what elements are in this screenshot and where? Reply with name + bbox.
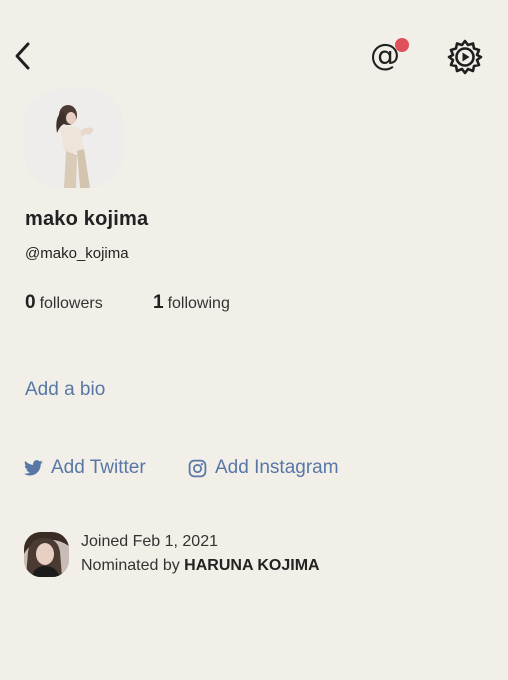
add-twitter-link[interactable]: Add Twitter [24, 456, 146, 480]
profile-photo [24, 89, 123, 188]
add-instagram-label: Add Instagram [215, 457, 339, 478]
display-name: mako kojima [25, 208, 149, 230]
followers-count: 0 [25, 292, 36, 313]
nominator-avatar[interactable] [24, 532, 69, 577]
add-bio-link[interactable]: Add a bio [25, 379, 105, 401]
add-instagram-link[interactable]: Add Instagram [188, 456, 339, 480]
add-twitter-label: Add Twitter [51, 457, 146, 478]
followers-stat[interactable]: 0 followers [25, 292, 103, 314]
chevron-left-icon [15, 42, 30, 70]
username-handle: @mako_kojima [25, 245, 129, 262]
nominated-prefix: Nominated by [81, 557, 180, 574]
nominator-name-link[interactable]: HARUNA KOJIMA [184, 557, 319, 574]
gear-icon [447, 39, 483, 75]
following-count: 1 [153, 292, 164, 313]
twitter-icon [24, 460, 43, 476]
joined-date: Joined Feb 1, 2021 [81, 533, 218, 550]
following-label: following [167, 295, 230, 312]
instagram-icon [188, 459, 207, 477]
followers-label: followers [39, 295, 103, 312]
following-stat[interactable]: 1 following [153, 292, 230, 314]
mentions-button[interactable]: @ [368, 36, 416, 76]
profile-avatar[interactable] [24, 89, 123, 188]
nominated-by: Nominated by HARUNA KOJIMA [81, 557, 320, 575]
settings-button[interactable] [446, 38, 484, 76]
notification-dot [395, 38, 409, 52]
back-button[interactable] [10, 38, 40, 74]
nominator-photo [24, 532, 69, 577]
